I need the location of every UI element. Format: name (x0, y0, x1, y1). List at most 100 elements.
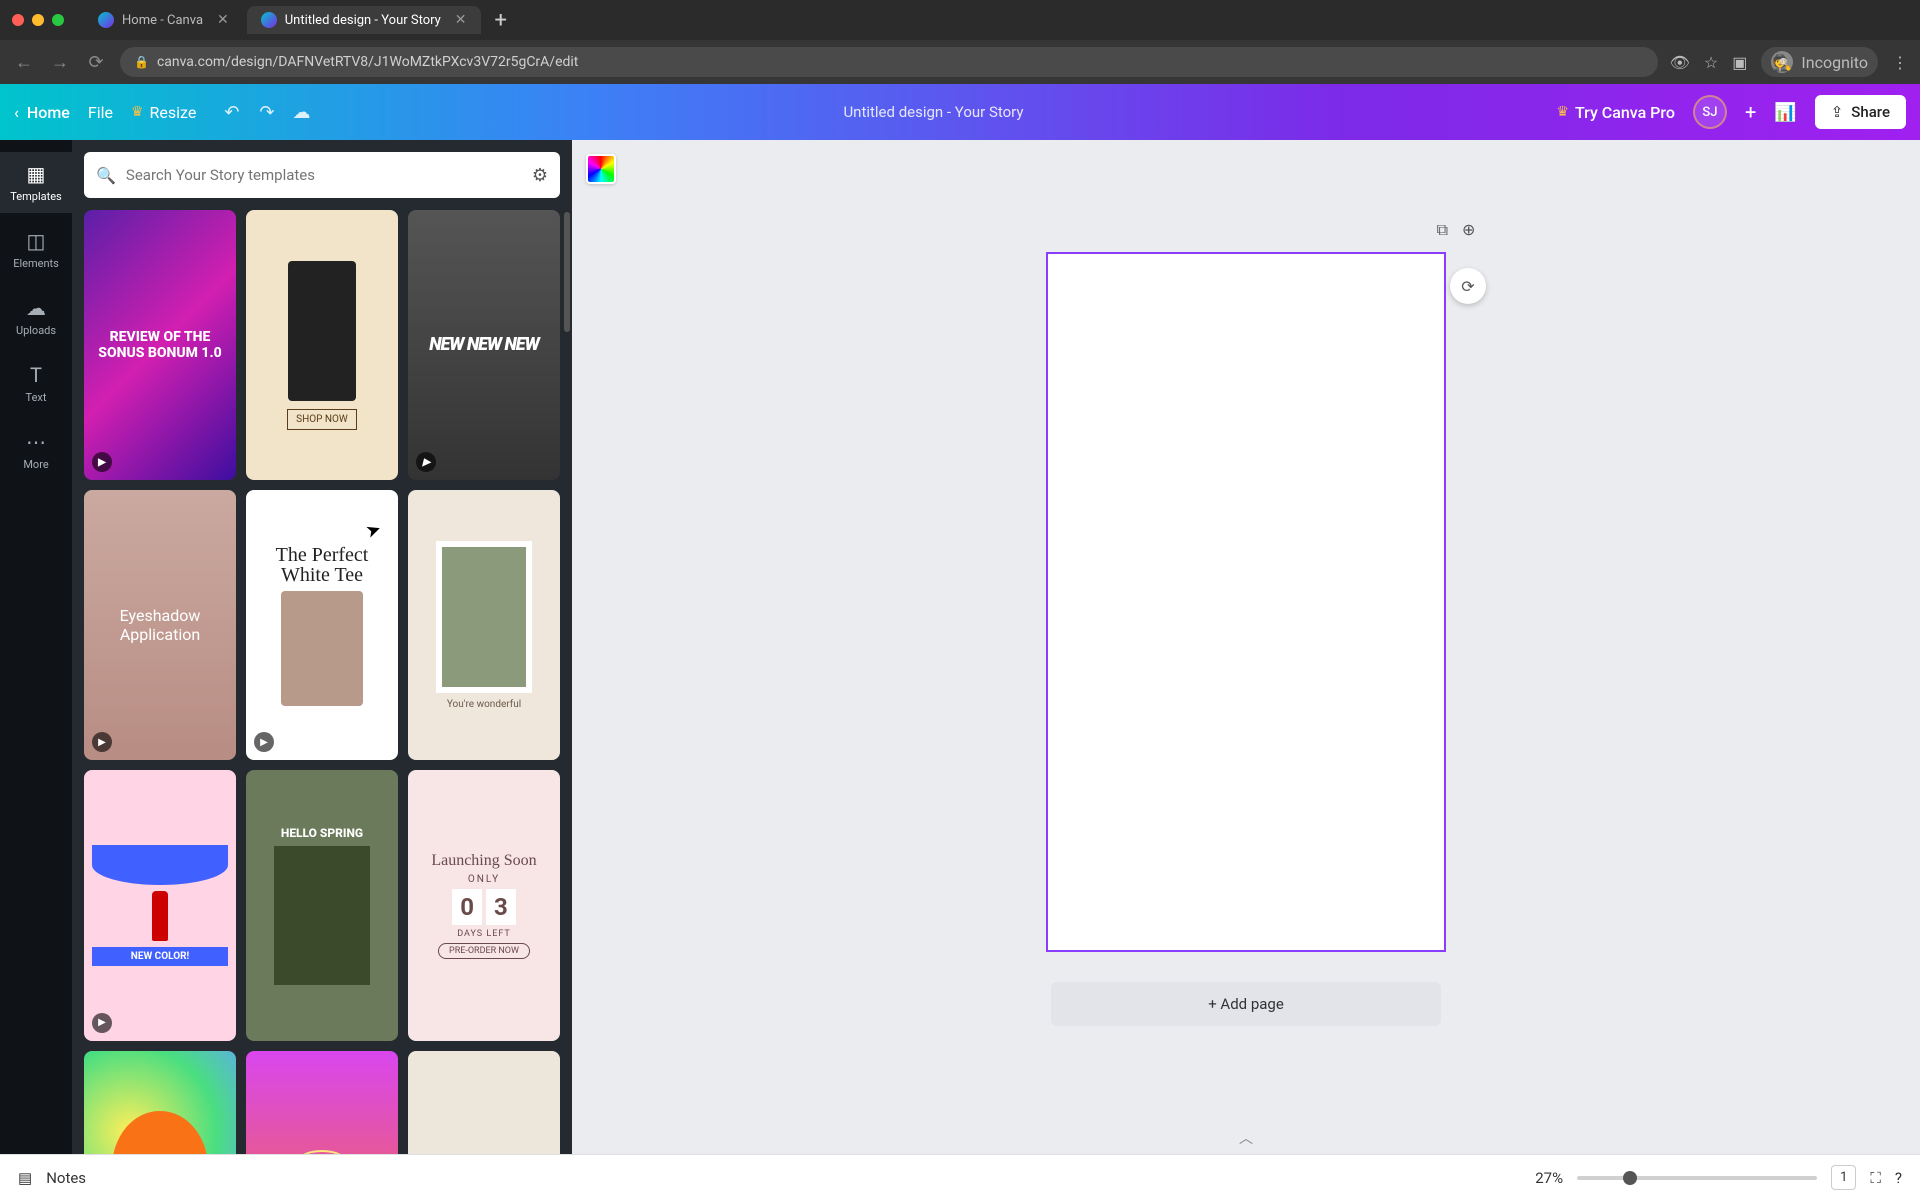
template-card[interactable]: Eyeshadow Application ▶ (84, 490, 236, 760)
notes-button[interactable]: Notes (46, 1169, 86, 1187)
template-decor (92, 845, 228, 885)
templates-panel: 🔍 ⚙ REVIEW OF THE SONUS BONUM 1.0 ▶ SHOP… (72, 140, 572, 1154)
uploads-icon: ☁ (26, 296, 46, 320)
panel-scrollbar[interactable] (564, 212, 570, 332)
add-collaborator-button[interactable]: + (1745, 100, 1756, 124)
lock-icon: 🔒 (134, 55, 149, 69)
tab-close-icon[interactable]: ✕ (217, 12, 229, 28)
template-card[interactable]: SHOP NOW (246, 210, 398, 480)
background-color-picker[interactable] (586, 154, 616, 184)
template-card[interactable]: NEW COLOR! ▶ (84, 770, 236, 1040)
page-controls: ⧉ ⊕ (1437, 220, 1476, 240)
play-icon: ▶ (92, 452, 112, 472)
zoom-thumb[interactable] (1623, 1171, 1637, 1185)
window-maximize-button[interactable] (52, 14, 64, 26)
template-text: NEW COLOR! (92, 947, 228, 966)
play-icon: ▶ (416, 452, 436, 472)
rail-label: Uploads (16, 324, 56, 337)
template-card[interactable]: SHOP WITH YOUR BFF AND ENJOY AMAZING DIS… (246, 1051, 398, 1154)
canvas-area: ⧉ ⊕ ⟳ + Add page ︿ (572, 140, 1920, 1154)
user-avatar[interactable]: SJ (1693, 95, 1727, 129)
eye-off-icon[interactable]: 👁 (1670, 53, 1690, 72)
zoom-percent[interactable]: 27% (1535, 1169, 1563, 1187)
star-icon[interactable]: ☆ (1704, 53, 1718, 72)
tab-title: Home - Canva (122, 13, 203, 28)
add-page-button[interactable]: + Add page (1051, 982, 1441, 1026)
home-button[interactable]: ‹ Home (14, 103, 70, 122)
window-minimize-button[interactable] (32, 14, 44, 26)
file-menu[interactable]: File (88, 103, 113, 122)
template-image (436, 541, 531, 694)
forward-button[interactable]: → (48, 52, 72, 73)
tab-favicon-icon (261, 12, 277, 28)
rail-templates[interactable]: ▦ Templates (0, 152, 72, 213)
template-text: SHOP NOW (287, 409, 357, 430)
help-icon[interactable]: ? (1895, 1169, 1902, 1187)
rail-label: Elements (13, 257, 59, 270)
try-pro-button[interactable]: ♛ Try Canva Pro (1556, 103, 1675, 122)
tab-close-icon[interactable]: ✕ (455, 12, 467, 28)
template-card[interactable]: You're wonderful (408, 490, 560, 760)
new-tab-button[interactable]: + (485, 8, 517, 33)
filter-icon[interactable]: ⚙ (532, 165, 548, 186)
tab-title: Untitled design - Your Story (285, 13, 441, 28)
play-icon: ▶ (254, 732, 274, 752)
rail-label: Text (26, 391, 47, 404)
redo-button[interactable]: ↷ (259, 102, 274, 123)
add-page-icon[interactable]: ⊕ (1462, 220, 1475, 240)
cloud-sync-icon[interactable]: ☁ (293, 102, 311, 123)
browser-tab-design[interactable]: Untitled design - Your Story ✕ (247, 6, 481, 34)
rail-uploads[interactable]: ☁ Uploads (0, 286, 72, 347)
back-button[interactable]: ← (12, 52, 36, 73)
template-text: Launching Soon (431, 852, 536, 870)
traffic-lights (12, 14, 64, 26)
more-icon: ⋯ (26, 430, 46, 454)
undo-redo-group: ↶ ↷ (224, 102, 274, 123)
resize-button[interactable]: ♛ Resize (131, 103, 196, 122)
document-title[interactable]: Untitled design - Your Story (843, 103, 1023, 121)
template-card[interactable]: The Perfect White Tee ▶ (246, 490, 398, 760)
rail-more[interactable]: ⋯ More (0, 420, 72, 481)
search-input[interactable] (126, 166, 522, 184)
notes-icon[interactable]: ▤ (18, 1169, 32, 1187)
rail-elements[interactable]: ◫ Elements (0, 219, 72, 280)
rail-label: Templates (10, 190, 61, 203)
reload-button[interactable]: ⟳ (84, 52, 108, 73)
regenerate-button[interactable]: ⟳ (1450, 268, 1486, 304)
template-scroll[interactable]: REVIEW OF THE SONUS BONUM 1.0 ▶ SHOP NOW… (72, 210, 572, 1154)
undo-button[interactable]: ↶ (224, 102, 239, 123)
extensions-icon[interactable]: ▣ (1732, 53, 1747, 72)
browser-tabs: Home - Canva ✕ Untitled design - Your St… (84, 6, 517, 34)
template-card[interactable]: NEW NEW NEW ▶ (408, 210, 560, 480)
template-card[interactable]: HELLO SPRING (246, 770, 398, 1040)
rail-text[interactable]: T Text (0, 353, 72, 414)
template-image (274, 846, 369, 986)
zoom-slider[interactable] (1577, 1176, 1817, 1180)
analytics-icon[interactable]: 📊 (1774, 102, 1796, 123)
crown-icon: ♛ (1556, 104, 1569, 120)
design-page[interactable]: ⟳ (1046, 252, 1446, 952)
template-card[interactable]: What are your pronouns? (84, 1051, 236, 1154)
chevron-left-icon: ‹ (14, 103, 19, 122)
address-bar[interactable]: 🔒 canva.com/design/DAFNVetRTV8/J1WoMZtkP… (120, 47, 1658, 77)
browser-tab-home[interactable]: Home - Canva ✕ (84, 6, 243, 34)
fullscreen-icon[interactable]: ⛶ (1870, 1169, 1881, 1187)
template-card[interactable]: REVIEW OF THE SONUS BONUM 1.0 ▶ (84, 210, 236, 480)
kebab-menu-icon[interactable]: ⋮ (1892, 53, 1908, 72)
window-close-button[interactable] (12, 14, 24, 26)
expand-pages-caret[interactable]: ︿ (1239, 1128, 1253, 1148)
templates-icon: ▦ (27, 162, 46, 186)
template-text: Eyeshadow Application (92, 606, 228, 644)
rail-label: More (23, 458, 48, 471)
share-button[interactable]: ⇪ Share (1815, 95, 1906, 129)
template-image (112, 1111, 207, 1154)
template-decor (297, 1150, 347, 1154)
template-card[interactable] (408, 1051, 560, 1154)
template-search[interactable]: 🔍 ⚙ (84, 152, 560, 198)
canvas-viewport[interactable]: ⧉ ⊕ ⟳ + Add page (572, 140, 1920, 1154)
template-card[interactable]: Launching Soon ONLY 0 3 DAYS LEFT PRE-OR… (408, 770, 560, 1040)
incognito-badge[interactable]: 🕵 Incognito (1761, 47, 1878, 77)
page-indicator[interactable]: 1 (1831, 1165, 1856, 1190)
window-chrome: Home - Canva ✕ Untitled design - Your St… (0, 0, 1920, 40)
duplicate-page-icon[interactable]: ⧉ (1437, 220, 1448, 240)
